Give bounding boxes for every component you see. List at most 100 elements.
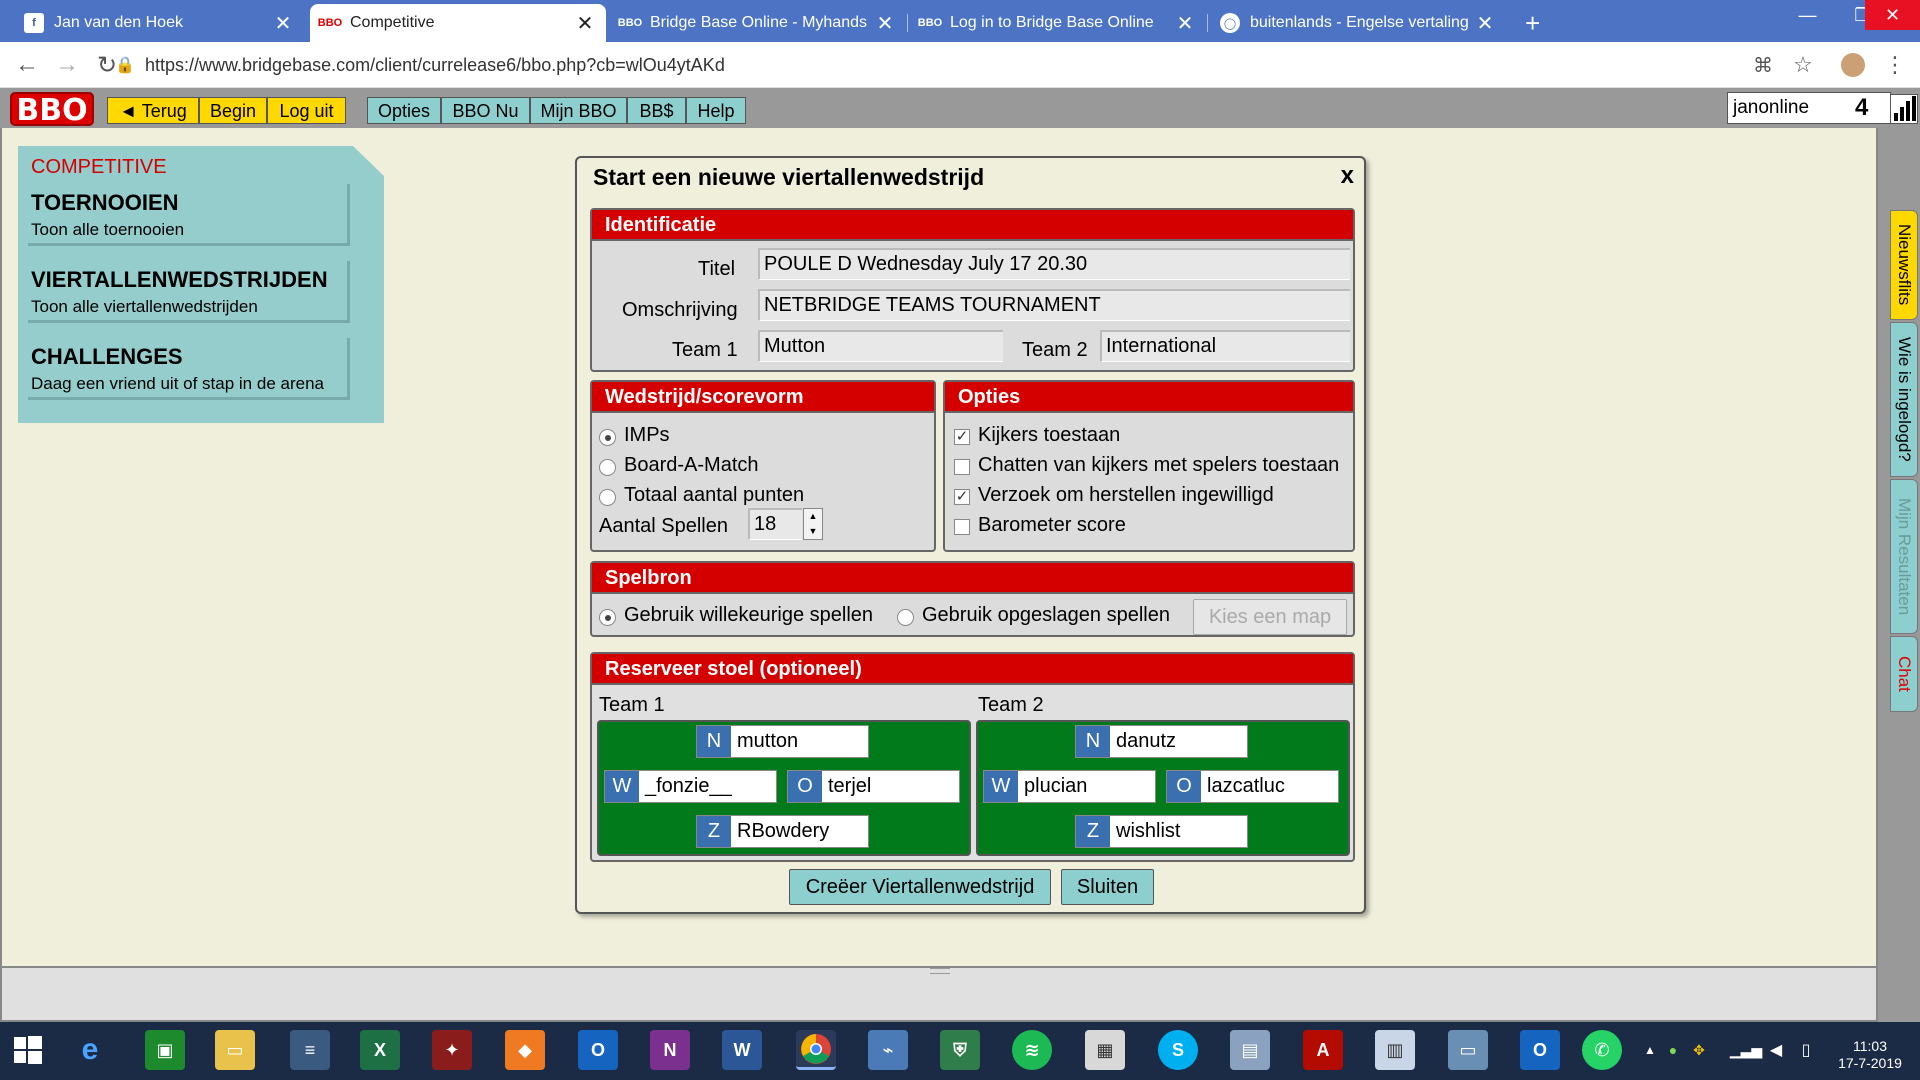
seat-team2-south[interactable]: Zwishlist xyxy=(1075,815,1248,848)
outlook-icon[interactable]: O xyxy=(578,1030,618,1070)
tray-expand-icon[interactable]: ▲ xyxy=(1640,1030,1660,1070)
tab-chat[interactable]: Chat xyxy=(1890,636,1918,712)
bbo-now-button[interactable]: BBO Nu xyxy=(441,97,530,124)
close-dialog-button[interactable]: Sluiten xyxy=(1061,869,1154,905)
word-icon[interactable]: W xyxy=(722,1030,762,1070)
checkbox-barometer[interactable] xyxy=(954,519,970,535)
back-button[interactable]: ◄ Terug xyxy=(107,97,199,124)
app-icon[interactable]: ⌁ xyxy=(868,1030,908,1070)
description-input[interactable]: NETBRIDGE TEAMS TOURNAMENT xyxy=(758,289,1350,321)
browser-tab-competitive[interactable]: BBO Competitive ✕ xyxy=(310,4,606,42)
seat-team1-south[interactable]: Z RBowdery xyxy=(696,815,869,848)
radio-saved-deals[interactable] xyxy=(897,609,914,626)
checkbox-allow-kibitzers[interactable]: ✓ xyxy=(954,429,970,445)
close-window-icon[interactable]: ✕ xyxy=(1865,0,1920,30)
browser-tab-login[interactable]: BBO Log in to Bridge Base Online ✕ xyxy=(910,4,1206,42)
seat-team2-north[interactable]: Ndanutz xyxy=(1075,725,1248,758)
boards-stepper[interactable]: ▲ ▼ xyxy=(803,508,823,540)
competitive-item-team-matches[interactable]: VIERTALLENWEDSTRIJDEN Toon alle viertall… xyxy=(28,261,350,323)
bottom-panel xyxy=(0,966,1878,1022)
app-icon[interactable]: ▤ xyxy=(1230,1030,1270,1070)
excel-icon[interactable]: X xyxy=(360,1030,400,1070)
minimize-icon[interactable]: — xyxy=(1780,0,1835,30)
browser-tab-strip: f Jan van den Hoek ✕ BBO Competitive ✕ B… xyxy=(0,0,1920,42)
outlook-icon[interactable]: O xyxy=(1520,1030,1560,1070)
acrobat-icon[interactable]: A xyxy=(1303,1030,1343,1070)
onenote-icon[interactable]: N xyxy=(650,1030,690,1070)
chrome-icon[interactable] xyxy=(796,1030,836,1070)
windows-start-icon[interactable] xyxy=(8,1030,48,1070)
close-tab-icon[interactable]: ✕ xyxy=(1474,11,1496,36)
app-icon[interactable]: ◆ xyxy=(505,1030,545,1070)
competitive-panel: COMPETITIVE TOERNOOIEN Toon alle toernoo… xyxy=(18,146,384,423)
store-icon[interactable]: ▣ xyxy=(145,1030,185,1070)
close-tab-icon[interactable]: ✕ xyxy=(574,11,596,36)
network-icon[interactable]: ▁▃▅ xyxy=(1730,1030,1762,1070)
checkbox-kibitzer-chat[interactable] xyxy=(954,459,970,475)
checkbox-undo-granted[interactable]: ✓ xyxy=(954,489,970,505)
bookmark-star-icon[interactable]: ☆ xyxy=(1788,50,1818,80)
app-icon[interactable]: ▥ xyxy=(1375,1030,1415,1070)
scoring-header: Wedstrijd/scorevorm xyxy=(592,382,934,413)
choose-folder-button[interactable]: Kies een map xyxy=(1193,599,1347,635)
browser-tab-translate[interactable]: ◯ buitenlands - Engelse vertaling - ✕ xyxy=(1210,4,1506,42)
radio-total-points[interactable] xyxy=(599,489,616,506)
tab-my-results[interactable]: Mijn Resultaten xyxy=(1890,479,1918,634)
bbs-button[interactable]: BB$ xyxy=(627,97,686,124)
options-button[interactable]: Opties xyxy=(367,97,441,124)
user-count: 4 xyxy=(1855,94,1869,121)
seat-team1-west[interactable]: W _fonzie__ xyxy=(604,770,777,803)
signal-bars-icon[interactable] xyxy=(1890,94,1918,124)
file-explorer-icon[interactable]: ▭ xyxy=(215,1030,255,1070)
create-match-button[interactable]: Creëer Viertallenwedstrijd xyxy=(789,869,1051,905)
browser-tab-myhands[interactable]: BBO Bridge Base Online - Myhands ✕ xyxy=(610,4,906,42)
spotify-icon[interactable]: ≋ xyxy=(1012,1030,1052,1070)
notepad-icon[interactable]: ≡ xyxy=(290,1030,330,1070)
whatsapp-icon[interactable]: ✆ xyxy=(1582,1030,1622,1070)
close-tab-icon[interactable]: ✕ xyxy=(272,11,294,36)
competitive-item-tournaments[interactable]: TOERNOOIEN Toon alle toernooien xyxy=(28,184,350,246)
profile-avatar[interactable] xyxy=(1838,50,1868,80)
radio-board-a-match[interactable] xyxy=(599,459,616,476)
taskbar-clock[interactable]: 11:03 17-7-2019 xyxy=(1820,1038,1920,1072)
radio-imps[interactable] xyxy=(599,429,616,446)
team2-input[interactable]: International xyxy=(1100,330,1350,362)
url-field[interactable]: https://www.bridgebase.com/client/currel… xyxy=(145,52,1745,78)
close-tab-icon[interactable]: ✕ xyxy=(874,11,896,36)
skype-icon[interactable]: S xyxy=(1158,1030,1198,1070)
logout-button[interactable]: Log uit xyxy=(267,97,346,124)
app-icon[interactable]: ▦ xyxy=(1085,1030,1125,1070)
app-icon[interactable]: ▭ xyxy=(1448,1030,1488,1070)
close-tab-icon[interactable]: ✕ xyxy=(1174,11,1196,36)
tab-who-is-online[interactable]: Wie is ingelogd? xyxy=(1890,322,1918,477)
radio-random-deals[interactable] xyxy=(599,609,616,626)
seat-team2-east[interactable]: Olazcatluc xyxy=(1166,770,1339,803)
volume-icon[interactable]: ◀ xyxy=(1765,1030,1787,1070)
app-icon[interactable]: ✦ xyxy=(432,1030,472,1070)
resize-handle[interactable] xyxy=(930,968,950,974)
browser-menu-icon[interactable]: ⋮ xyxy=(1880,50,1910,80)
seat-team2-west[interactable]: Wplucian xyxy=(983,770,1156,803)
competitive-item-challenges[interactable]: CHALLENGES Daag een vriend uit of stap i… xyxy=(28,338,350,400)
browser-tab-facebook[interactable]: f Jan van den Hoek ✕ xyxy=(14,4,304,42)
begin-button[interactable]: Begin xyxy=(199,97,267,124)
tray-app-icon[interactable]: ● xyxy=(1662,1030,1684,1070)
internet-explorer-icon[interactable]: e xyxy=(70,1030,110,1070)
seat-team1-east[interactable]: Oterjel xyxy=(787,770,960,803)
back-arrow-icon[interactable]: ← xyxy=(12,50,42,80)
title-input[interactable]: POULE D Wednesday July 17 20.30 xyxy=(758,248,1350,280)
my-bbo-button[interactable]: Mijn BBO xyxy=(530,97,627,124)
team1-input[interactable]: Mutton xyxy=(758,330,1003,362)
bbo-logo[interactable]: BBO xyxy=(10,92,94,128)
boards-input[interactable]: 18 xyxy=(748,508,802,540)
seat-team1-north[interactable]: Nmutton xyxy=(696,725,869,758)
tab-news[interactable]: Nieuwsflits xyxy=(1890,210,1918,320)
battery-icon[interactable]: ▯ xyxy=(1795,1030,1817,1070)
dialog-close-icon[interactable]: x xyxy=(1341,162,1354,190)
forward-arrow-icon[interactable]: → xyxy=(52,50,82,80)
security-shield-icon[interactable]: ⛨ xyxy=(940,1030,980,1070)
help-button[interactable]: Help xyxy=(686,97,746,124)
translate-page-icon[interactable]: ⌘ xyxy=(1748,50,1778,80)
new-tab-icon[interactable]: + xyxy=(1515,4,1555,42)
tray-app-icon[interactable]: ✥ xyxy=(1688,1030,1710,1070)
